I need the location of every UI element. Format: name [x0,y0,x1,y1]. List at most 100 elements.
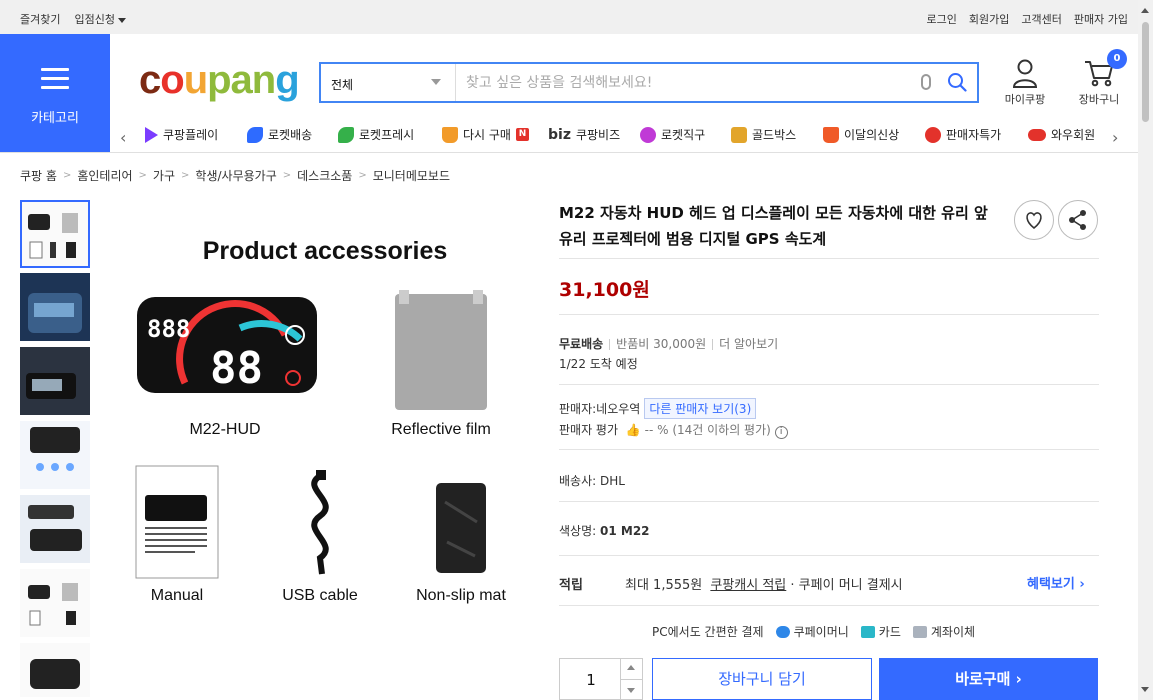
breadcrumb-item[interactable]: 모니터메모보드 [373,167,450,184]
breadcrumb-item[interactable]: 쿠팡 홈 [20,167,57,184]
reward-row: 최대 1,555원 쿠팡캐시 적립 · 쿠페이 머니 결제시 [625,574,903,593]
seller-apply-label: 입점신청 [74,13,115,26]
product-price: 31,100원 [559,279,650,301]
rocket-direct-icon [640,126,656,143]
customer-center-link[interactable]: 고객센터 [1021,11,1061,27]
scroll-thumb[interactable] [1142,22,1149,122]
chevron-down-icon [117,17,126,23]
product-thumbnail[interactable] [20,200,90,268]
card-icon [860,625,875,638]
nav-label: 쿠팡플레이 [163,128,219,142]
color-value: 01 M22 [600,524,650,538]
breadcrumb-item[interactable]: 데스크소품 [297,167,352,184]
mypage-button[interactable]: 마이쿠팡 [1000,58,1050,107]
chevron-right-icon: › [1079,577,1085,592]
share-button[interactable] [1058,200,1098,240]
info-icon[interactable]: i [774,426,788,439]
svg-text:88: 88 [210,343,263,394]
product-thumbnail[interactable] [20,569,90,637]
share-icon [1069,210,1086,230]
play-icon [145,126,158,143]
seller-rating-value: -- % (14건 이하의 평가) [644,423,771,437]
reward-condition: · 쿠페이 머니 결제시 [790,578,903,593]
signup-link[interactable]: 회원가입 [969,11,1009,27]
nav-label: 로켓배송 [268,128,313,142]
breadcrumb-item[interactable]: 학생/사무용가구 [195,167,276,184]
nav-item-coupang-biz[interactable]: biz 쿠팡비즈 [548,126,620,143]
product-thumbnail[interactable] [20,347,90,415]
user-icon [1012,59,1038,88]
quantity-decrease-icon[interactable] [627,688,635,693]
divider [559,501,1099,502]
mypage-label: 마이쿠팡 [1004,93,1046,106]
chevron-left-icon[interactable]: ‹ [120,128,126,147]
divider [559,384,1099,385]
learn-more-link[interactable]: 더 알아보기 [719,337,778,351]
reward-label: 적립 [559,578,583,593]
nav-item-rocket-direct[interactable]: 로켓직구 [640,126,705,143]
return-fee: 반품비 30,000원 [616,337,707,351]
search-scope-select[interactable]: 전체 [321,64,456,101]
coupang-logo[interactable]: coupang [139,55,300,105]
caption-usb-cable: USB cable [282,587,358,604]
buy-now-button[interactable]: 바로구매 › [879,658,1098,700]
carrier-label: 배송사: [559,474,597,488]
microphone-icon[interactable] [921,74,931,90]
product-main-image[interactable]: Product accessories 888 88 M22-HUD Refle… [110,200,540,630]
category-button[interactable]: 카테고리 [0,34,110,152]
payment-method: 카드 [878,625,901,639]
search-bar: 전체 [319,62,979,103]
bookmark-link[interactable]: 즐겨찾기 [20,11,60,27]
chevron-right-icon[interactable]: › [1112,128,1118,147]
product-thumbnail[interactable] [20,495,90,563]
caption-non-slip-mat: Non-slip mat [416,587,506,604]
nav-label: 쿠팡비즈 [575,128,621,142]
search-icon[interactable] [947,72,967,92]
chevron-right-icon: > [181,170,190,181]
breadcrumb-item[interactable]: 홈인테리어 [77,167,132,184]
add-to-cart-button[interactable]: 장바구니 담기 [652,658,872,700]
nav-item-rebuy[interactable]: 다시 구매 N [442,126,529,143]
seller-apply-link[interactable]: 입점신청 [74,11,126,27]
quantity-input[interactable]: 1 [560,671,622,689]
new-badge: N [515,128,529,141]
scroll-down-icon[interactable] [1141,687,1149,692]
product-thumbnail[interactable] [20,421,90,489]
caption-manual: Manual [150,587,204,604]
seller-label: 판매자: [559,402,597,416]
product-thumbnail[interactable] [20,273,90,341]
breadcrumb-item[interactable]: 가구 [153,167,175,184]
nav-item-coupang-play[interactable]: 쿠팡플레이 [145,126,218,143]
nav-item-seller-deals[interactable]: 판매자특가 [925,126,1001,143]
page-scrollbar[interactable] [1138,0,1153,700]
other-sellers-button[interactable]: 다른 판매자 보기(3) [644,398,757,419]
nav-item-new-arrivals[interactable]: 이달의신상 [823,126,899,143]
rocket-fresh-icon [338,126,354,143]
coupang-cash-link[interactable]: 쿠팡캐시 적립 [710,578,786,593]
free-shipping-label: 무료배송 [559,337,604,351]
nav-label: 다시 구매 [463,128,511,142]
biz-logo-icon: biz [548,126,571,143]
product-thumbnail[interactable] [20,643,90,697]
manual-image [135,465,219,579]
divider [559,449,1099,450]
seller-name[interactable]: 네오우역 [596,402,640,416]
login-link[interactable]: 로그인 [927,11,957,27]
heart-icon [1026,212,1042,230]
benefit-link[interactable]: 혜택보기 › [1027,573,1085,592]
scroll-up-icon[interactable] [1141,8,1149,13]
chevron-right-icon: > [62,170,72,181]
divider [559,555,1099,556]
wishlist-button[interactable] [1014,200,1054,240]
seller-signup-link[interactable]: 판매자 가입 [1074,11,1128,27]
nav-item-wow-members[interactable]: 와우회원 [1028,126,1098,143]
benefit-label: 혜택보기 [1027,577,1075,592]
search-input[interactable] [466,72,906,94]
usb-cable-image [311,470,329,575]
quantity-increase-icon[interactable] [627,665,635,670]
nav-item-rocket-delivery[interactable]: 로켓배송 [247,126,312,143]
nav-item-goldbox[interactable]: 골드박스 [731,126,796,143]
nav-item-rocket-fresh[interactable]: 로켓프레시 [338,126,414,143]
rocket-icon [247,126,263,143]
chevron-down-icon [431,79,441,85]
